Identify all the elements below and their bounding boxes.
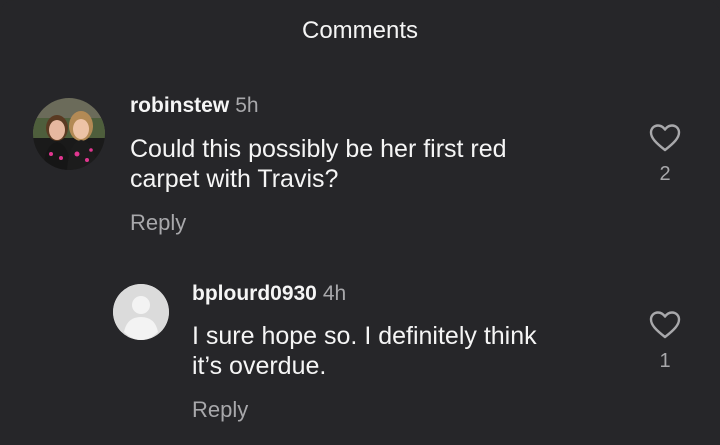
username-label[interactable]: robinstew <box>130 94 229 117</box>
avatar[interactable] <box>113 284 169 340</box>
avatar-photo <box>33 98 105 170</box>
comments-sheet: Comments robinstew 5h Could this possibl… <box>0 0 720 445</box>
comment-username[interactable]: robinstew 5h <box>130 94 259 118</box>
heart-icon[interactable] <box>649 310 681 340</box>
avatar[interactable] <box>33 98 105 170</box>
comment-timestamp: 5h <box>235 94 259 117</box>
like-count: 1 <box>659 350 671 372</box>
comment-text-line: it’s overdue. <box>192 352 327 380</box>
comment-timestamp: 4h <box>322 282 347 305</box>
like-control: 1 <box>645 310 685 373</box>
username-label[interactable]: bplourd0930 <box>192 282 317 305</box>
comment-text: I sure hope so. I definitely think it’s … <box>192 321 632 381</box>
default-avatar-icon <box>113 284 169 340</box>
comment-text-line: I sure hope so. I definitely think <box>192 322 537 350</box>
comment-text: Could this possibly be her first red car… <box>130 134 610 194</box>
comment-text-line: carpet with Travis? <box>130 165 339 193</box>
heart-icon[interactable] <box>649 123 681 153</box>
like-control: 2 <box>645 123 685 186</box>
reply-button[interactable]: Reply <box>192 397 248 423</box>
comment-text-line: Could this possibly be her first red <box>130 135 507 163</box>
sheet-title: Comments <box>301 17 419 44</box>
comment-username[interactable]: bplourd0930 4h <box>192 282 346 306</box>
reply-button[interactable]: Reply <box>130 210 186 236</box>
like-count: 2 <box>659 163 671 185</box>
